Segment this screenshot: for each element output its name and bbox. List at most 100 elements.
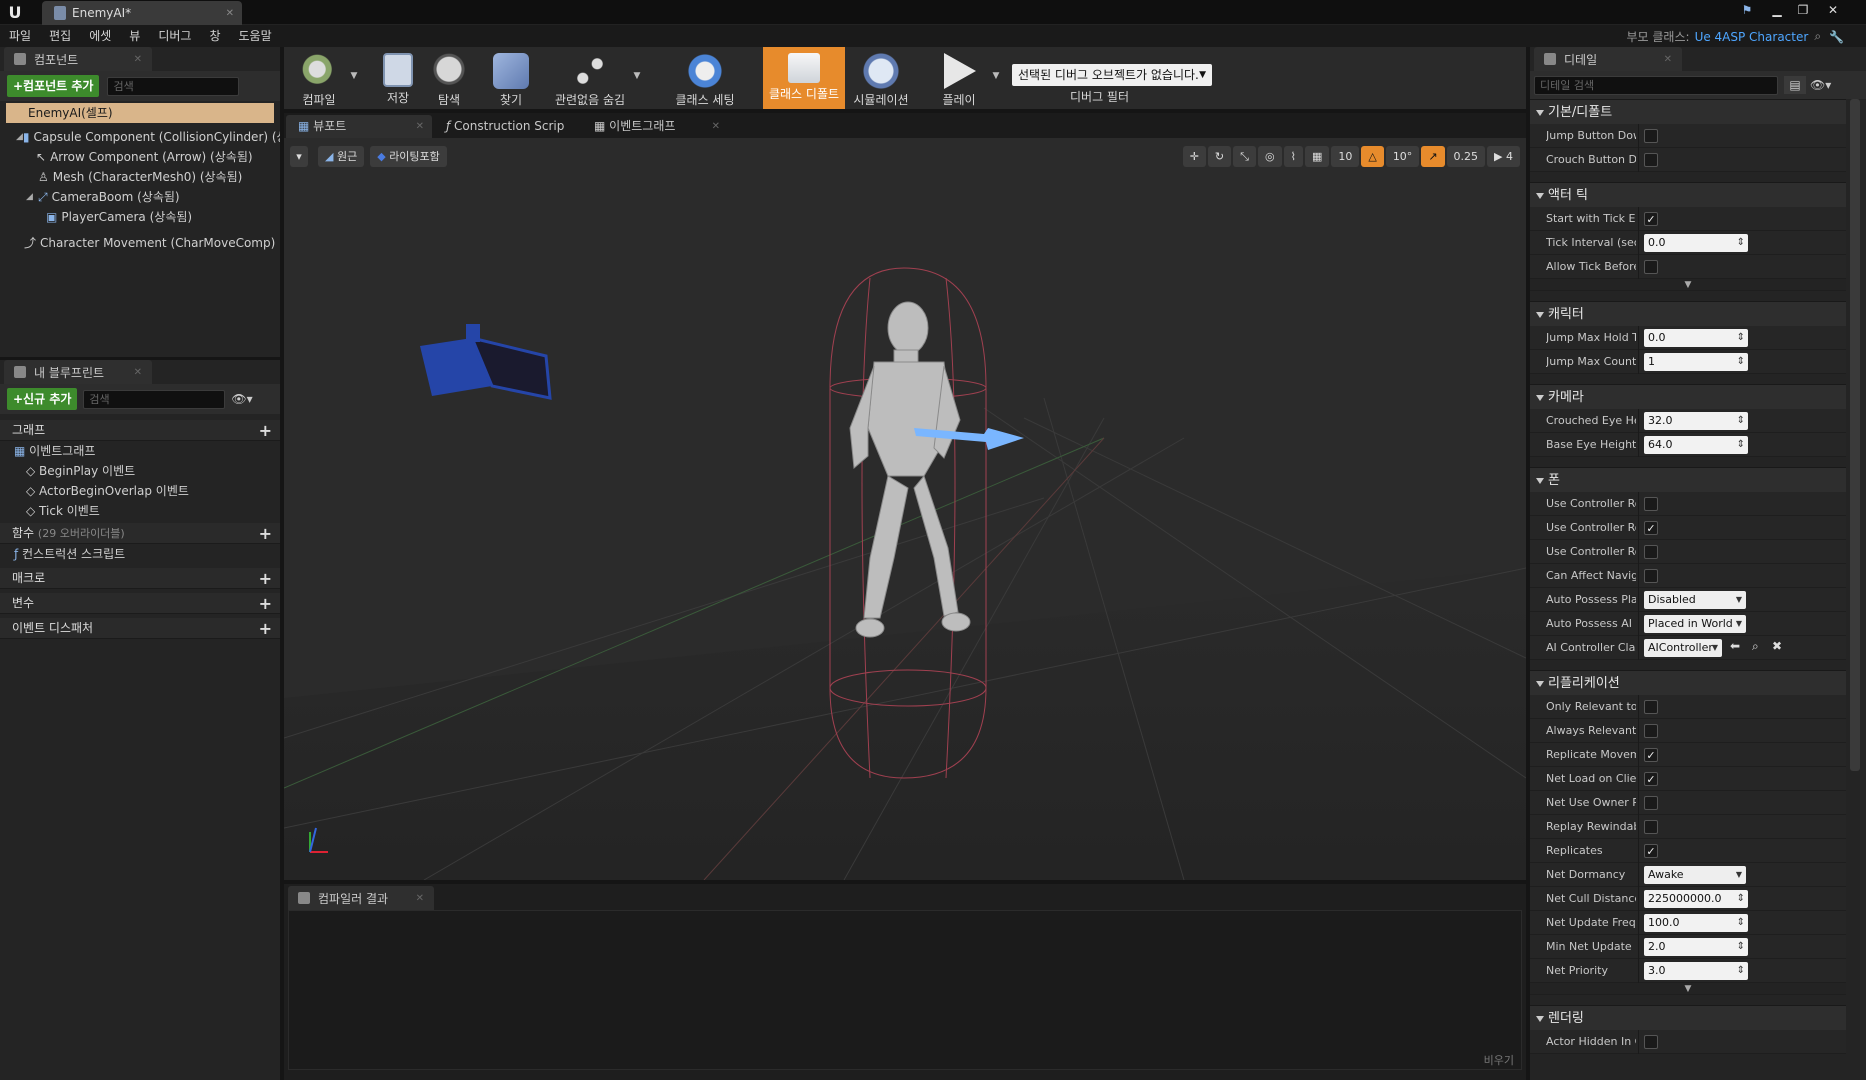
scale-tool-icon[interactable]: ⤡: [1233, 146, 1256, 167]
menu-asset[interactable]: 에셋: [80, 25, 120, 47]
property-checkbox[interactable]: [1644, 129, 1658, 143]
class-defaults-button[interactable]: 클래스 디폴트: [763, 47, 845, 109]
compiler-results-tab[interactable]: 컴파일러 결과 ✕: [288, 886, 434, 910]
tree-item-playercamera[interactable]: ▣ PlayerCamera (상속됨): [0, 207, 280, 227]
add-graph-icon[interactable]: +: [259, 420, 272, 441]
lighting-mode-button[interactable]: ◆ 라이팅포함: [370, 146, 447, 167]
grid-snap-value[interactable]: 10: [1331, 146, 1360, 167]
property-number-field[interactable]: 100.0: [1644, 914, 1748, 932]
simulation-button[interactable]: 시뮬레이션: [845, 47, 917, 109]
class-settings-button[interactable]: 클래스 세팅: [664, 47, 746, 109]
menu-debug[interactable]: 디버그: [149, 25, 200, 47]
clear-button[interactable]: 비우기: [1484, 1052, 1514, 1068]
details-section-header[interactable]: 기본/디폴트: [1530, 99, 1846, 124]
details-tab[interactable]: 디테일 ✕: [1534, 47, 1682, 71]
close-panel-icon[interactable]: ✕: [134, 54, 142, 65]
property-number-field[interactable]: 1: [1644, 353, 1748, 371]
event-graph-item[interactable]: ▦ 이벤트그래프: [0, 441, 280, 461]
eye-icon[interactable]: 👁▾: [231, 392, 252, 406]
details-search-input[interactable]: 디테일 검색: [1534, 75, 1778, 95]
compile-button[interactable]: 컴파일: [288, 47, 350, 109]
rotation-snap-value[interactable]: 10°: [1385, 146, 1420, 167]
property-checkbox[interactable]: ✓: [1644, 748, 1658, 762]
hide-unrelated-dropdown[interactable]: ▼: [629, 71, 645, 83]
compiler-output[interactable]: [288, 910, 1522, 1070]
close-tab-icon[interactable]: ✕: [226, 8, 234, 19]
use-selected-arrow-icon[interactable]: ⬅: [1730, 639, 1740, 653]
expand-advanced-icon[interactable]: ▼: [1530, 279, 1846, 291]
compile-options-dropdown[interactable]: ▼: [346, 71, 362, 83]
details-section-header[interactable]: 렌더링: [1530, 1005, 1846, 1030]
variables-section[interactable]: 변수 +: [0, 593, 280, 614]
menu-file[interactable]: 파일: [0, 25, 40, 47]
property-number-field[interactable]: 32.0: [1644, 412, 1748, 430]
browse-icon[interactable]: ⌕: [1752, 639, 1759, 654]
details-section-header[interactable]: 폰: [1530, 467, 1846, 492]
property-checkbox[interactable]: ✓: [1644, 521, 1658, 535]
property-checkbox[interactable]: [1644, 700, 1658, 714]
document-tab[interactable]: EnemyAI* ✕: [42, 1, 242, 25]
feedback-icon[interactable]: ⚑: [1736, 1, 1758, 19]
add-function-icon[interactable]: +: [259, 523, 272, 544]
scale-snap-value[interactable]: 0.25: [1446, 146, 1486, 167]
tree-item-charmovement[interactable]: ⤴ Character Movement (CharMoveComp) (상: [0, 233, 280, 253]
property-checkbox[interactable]: [1644, 153, 1658, 167]
details-scrollbar[interactable]: [1850, 99, 1860, 771]
tab-viewport[interactable]: ▦ 뷰포트 ✕: [286, 115, 432, 138]
menu-edit[interactable]: 편집: [40, 25, 80, 47]
property-dropdown[interactable]: Awake: [1644, 866, 1746, 884]
property-checkbox[interactable]: ✓: [1644, 212, 1658, 226]
property-checkbox[interactable]: [1644, 569, 1658, 583]
property-number-field[interactable]: 225000000.0: [1644, 890, 1748, 908]
add-macro-icon[interactable]: +: [259, 568, 272, 589]
wrench-icon[interactable]: 🔧: [1829, 30, 1844, 44]
event-beginplay[interactable]: ◇ BeginPlay 이벤트: [0, 461, 280, 481]
property-checkbox[interactable]: ✓: [1644, 772, 1658, 786]
menu-window[interactable]: 창: [200, 25, 229, 47]
scale-snap-icon[interactable]: ↗: [1421, 146, 1445, 167]
menu-help[interactable]: 도움말: [230, 25, 281, 47]
close-tab-icon[interactable]: ✕: [416, 115, 424, 138]
property-dropdown[interactable]: Disabled: [1644, 591, 1746, 609]
components-search-input[interactable]: 검색: [107, 76, 240, 96]
surface-snap-icon[interactable]: ⌇: [1283, 146, 1303, 167]
search-icon[interactable]: ⌕: [1814, 29, 1821, 44]
details-section-header[interactable]: 캐릭터: [1530, 301, 1846, 326]
property-checkbox[interactable]: [1644, 497, 1658, 511]
tree-item-capsule[interactable]: ◢ ▮ Capsule Component (CollisionCylinder) …: [0, 127, 280, 147]
hide-unrelated-button[interactable]: 관련없음 숨김: [548, 47, 632, 109]
property-checkbox[interactable]: [1644, 724, 1658, 738]
macros-section[interactable]: 매크로 +: [0, 568, 280, 589]
dispatchers-section[interactable]: 이벤트 디스패처 +: [0, 618, 280, 639]
property-number-field[interactable]: 64.0: [1644, 436, 1748, 454]
clear-icon[interactable]: ✖: [1772, 639, 1782, 653]
world-local-icon[interactable]: ◎: [1257, 146, 1282, 167]
property-number-field[interactable]: 3.0: [1644, 962, 1748, 980]
tab-event-graph[interactable]: ▦ 이벤트그래프 ✕: [582, 115, 728, 138]
property-checkbox[interactable]: ✓: [1644, 844, 1658, 858]
property-checkbox[interactable]: [1644, 1035, 1658, 1049]
tree-item-cameraboom[interactable]: ◢ ⤢ CameraBoom (상속됨): [0, 187, 280, 207]
rotation-snap-icon[interactable]: △: [1361, 146, 1384, 167]
translate-tool-icon[interactable]: ✛: [1182, 146, 1206, 167]
close-window-button[interactable]: ✕: [1822, 1, 1844, 19]
tree-item-mesh[interactable]: ♙ Mesh (CharacterMesh0) (상속됨): [0, 167, 280, 187]
view-options-icon[interactable]: ▤: [1784, 76, 1806, 94]
rotate-tool-icon[interactable]: ↻: [1207, 146, 1232, 167]
my-blueprint-search-input[interactable]: 검색: [83, 389, 226, 409]
eye-icon[interactable]: 👁▾: [1810, 78, 1831, 92]
tree-item-arrow[interactable]: ↖ Arrow Component (Arrow) (상속됨): [0, 147, 280, 167]
maximize-button[interactable]: ❐: [1792, 1, 1814, 19]
class-picker-dropdown[interactable]: AIController: [1644, 639, 1722, 657]
camera-speed-button[interactable]: ▶ 4: [1487, 146, 1520, 167]
parent-class-link[interactable]: Ue 4ASP Character: [1695, 30, 1809, 44]
graphs-section[interactable]: 그래프 +: [0, 420, 280, 441]
property-dropdown[interactable]: Placed in World: [1644, 615, 1746, 633]
play-button[interactable]: 플레이: [932, 47, 986, 109]
construction-script-item[interactable]: ƒ 컨스트럭션 스크립트: [0, 544, 280, 564]
add-component-button[interactable]: +컴포넌트 추가: [7, 75, 100, 97]
property-number-field[interactable]: 2.0: [1644, 938, 1748, 956]
find-button[interactable]: 찾기: [488, 47, 534, 109]
event-tick[interactable]: ◇ Tick 이벤트: [0, 501, 280, 521]
browse-button[interactable]: 탐색: [426, 47, 472, 109]
